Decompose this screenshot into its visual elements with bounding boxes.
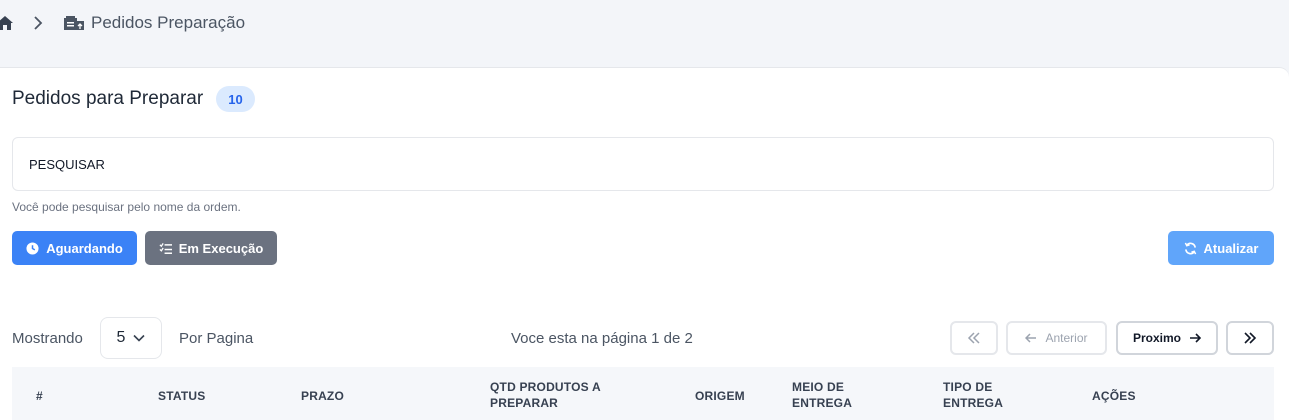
table-header: # STATUS PRAZO QTD PRODUTOS A PREPARAR O… (12, 367, 1274, 420)
per-page-value: 5 (116, 329, 126, 346)
next-page-button[interactable]: Proximo (1116, 321, 1218, 355)
column-header-id: # (36, 389, 43, 403)
column-header-acoes: AÇÕES (1092, 389, 1136, 403)
last-page-button[interactable] (1226, 321, 1274, 355)
refresh-icon (1184, 242, 1196, 254)
search-help-text: Você pode pesquisar pelo nome da ordem. (12, 200, 241, 214)
double-chevron-right-icon (1244, 332, 1257, 344)
breadcrumb: Pedidos Preparação (0, 0, 1289, 48)
refresh-label: Atualizar (1203, 240, 1259, 256)
per-page-select[interactable]: 5 (100, 317, 162, 359)
previous-page-button[interactable]: Anterior (1006, 321, 1107, 355)
column-header-meio-entrega: MEIO DE ENTREGA (792, 380, 853, 410)
per-page-label: Por Pagina (179, 330, 254, 347)
warehouse-icon (64, 16, 84, 30)
executing-filter-label: Em Execução (178, 240, 264, 256)
column-header-qtd-produtos: QTD PRODUTOS A PREPARAR (490, 380, 601, 410)
home-icon[interactable] (0, 15, 13, 31)
showing-label: Mostrando (12, 330, 83, 347)
clock-icon (26, 241, 39, 255)
page-info: Voce esta na página 1 de 2 (511, 330, 693, 347)
waiting-filter-button[interactable]: Aguardando (12, 231, 137, 265)
column-header-status: STATUS (158, 389, 206, 403)
refresh-button[interactable]: Atualizar (1168, 231, 1274, 265)
double-chevron-left-icon (967, 332, 980, 344)
column-header-prazo: PRAZO (301, 389, 344, 403)
list-check-icon (159, 242, 172, 254)
next-page-label: Proximo (1132, 331, 1181, 345)
executing-filter-button[interactable]: Em Execução (145, 231, 277, 265)
search-box[interactable] (12, 137, 1274, 191)
first-page-button[interactable] (950, 321, 998, 355)
waiting-filter-label: Aguardando (46, 240, 123, 256)
chevron-down-icon (133, 334, 146, 342)
chevron-right-icon (34, 16, 43, 30)
breadcrumb-title: Pedidos Preparação (91, 13, 246, 32)
arrow-left-icon (1025, 333, 1037, 343)
arrow-right-icon (1190, 333, 1201, 343)
page-title: Pedidos para Preparar (12, 88, 204, 109)
previous-page-label: Anterior (1045, 331, 1088, 345)
search-input[interactable] (29, 154, 1229, 174)
main-card: Pedidos para Preparar 10 Você pode pesqu… (0, 67, 1289, 420)
column-header-tipo-entrega: TIPO DE ENTREGA (943, 380, 1004, 410)
count-badge: 10 (216, 86, 255, 112)
column-header-origem: ORIGEM (695, 389, 745, 403)
